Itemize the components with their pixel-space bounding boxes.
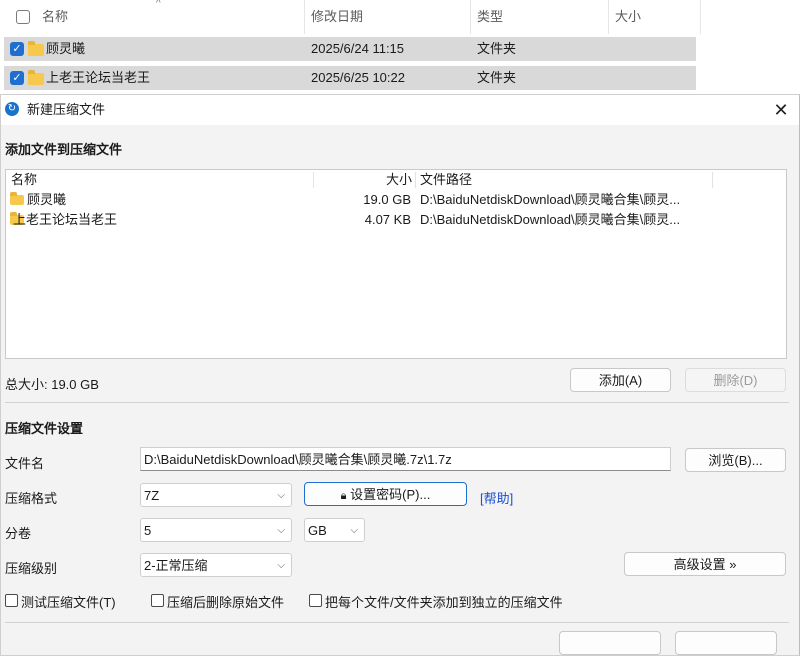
volume-unit-value: GB [308,523,327,538]
chevron-down-icon: ⌵ [350,525,358,536]
volume-select[interactable]: 5 ⌵ [140,518,292,542]
chevron-down-icon: ⌵ [277,560,285,571]
row-name: 上老王论坛当老王 [46,70,151,85]
filename-input[interactable]: D:\BaiduNetdiskDownload\顾灵曦合集\顾灵曦.7z\1.7… [140,447,671,471]
column-size[interactable]: 大小 [615,0,641,34]
format-value: 7Z [144,488,160,503]
column-name[interactable]: 名称 [42,0,68,34]
row-type: 文件夹 [477,70,517,85]
new-archive-dialog: ↻ 新建压缩文件 ✕ 添加文件到压缩文件 名称 大小 文件路径 顾灵曦 19.0… [0,94,800,656]
sort-up-icon: ^ [156,0,161,9]
folder-icon [10,192,24,205]
file-path: D:\BaiduNetdiskDownload\顾灵曦合集\顾灵... [420,192,681,207]
row-type: 文件夹 [477,41,517,56]
level-label: 压缩级别 [5,561,58,576]
set-password-label: 设置密码(P)... [350,487,431,502]
close-icon[interactable]: ✕ [769,95,793,125]
file-list-header: 名称 大小 文件路径 [6,170,786,190]
filename-label: 文件名 [5,456,45,471]
volume-unit-select[interactable]: GB ⌵ [304,518,365,542]
chevron-down-icon: ⌵ [277,525,285,536]
row-date: 2025/6/25 10:22 [311,70,405,85]
header-name[interactable]: 名称 [11,170,37,190]
select-all-checkbox[interactable] [16,10,30,24]
divider [5,402,789,403]
chevron-down-icon: ⌵ [277,490,285,501]
settings-section-title: 压缩文件设置 [5,421,84,436]
app-logo-icon: ↻ [5,102,19,116]
dialog-titlebar[interactable]: ↻ 新建压缩文件 ✕ [1,95,799,125]
cancel-button-partial[interactable] [675,631,777,655]
advanced-settings-button[interactable]: 高级设置 » [624,552,786,576]
explorer-row[interactable]: ✓ 顾灵曦 2025/6/24 11:15 文件夹 [4,37,696,61]
level-value: 2-正常压缩 [144,558,208,573]
file-explorer: 名称 ^ 修改日期 类型 大小 ✓ 顾灵曦 2025/6/24 11:15 文件… [0,0,800,96]
test-archive-label[interactable]: 测试压缩文件(T) [21,592,116,611]
delete-after-checkbox[interactable] [151,594,164,607]
total-size-label: 总大小: 19.0 GB [5,377,99,392]
column-type[interactable]: 类型 [477,0,503,34]
explorer-column-header: 名称 ^ 修改日期 类型 大小 [0,0,701,34]
set-password-button[interactable]: 🔒︎ 设置密码(P)... [304,482,467,506]
file-path: D:\BaiduNetdiskDownload\顾灵曦合集\顾灵... [420,212,681,227]
file-list-row[interactable]: 顾灵曦 19.0 GB D:\BaiduNetdiskDownload\顾灵曦合… [6,190,786,210]
row-date: 2025/6/24 11:15 [311,41,405,56]
file-list-row[interactable]: 上老王论坛当老王 4.07 KB D:\BaiduNetdiskDownload… [6,210,786,230]
add-files-section-title: 添加文件到压缩文件 [5,142,123,157]
file-name: 上老王论坛当老王 [13,212,118,227]
file-list[interactable]: 名称 大小 文件路径 顾灵曦 19.0 GB D:\BaiduNetdiskDo… [5,169,787,359]
column-date[interactable]: 修改日期 [311,0,363,34]
delete-after-label[interactable]: 压缩后删除原始文件 [167,592,284,611]
divider [5,622,789,623]
help-link[interactable]: [帮助] [480,488,513,507]
separate-archives-checkbox[interactable] [309,594,322,607]
delete-button[interactable]: 删除(D) [685,368,786,392]
explorer-row[interactable]: ✓ 上老王论坛当老王 2025/6/25 10:22 文件夹 [4,66,696,90]
row-name: 顾灵曦 [46,41,86,56]
separate-archives-label[interactable]: 把每个文件/文件夹添加到独立的压缩文件 [325,592,563,611]
dialog-title: 新建压缩文件 [27,102,106,117]
header-size[interactable]: 大小 [386,170,412,190]
file-size: 4.07 KB [364,212,411,227]
folder-icon [28,41,44,56]
row-checkbox-checked[interactable]: ✓ [10,42,24,56]
level-select[interactable]: 2-正常压缩 ⌵ [140,553,292,577]
row-checkbox-checked[interactable]: ✓ [10,71,24,85]
add-button[interactable]: 添加(A) [570,368,671,392]
folder-icon [28,70,44,85]
volume-value: 5 [144,523,152,538]
header-path[interactable]: 文件路径 [420,170,472,190]
format-label: 压缩格式 [5,491,58,506]
test-archive-checkbox[interactable] [5,594,18,607]
file-name: 顾灵曦 [27,192,67,207]
format-select[interactable]: 7Z ⌵ [140,483,292,507]
browse-button[interactable]: 浏览(B)... [685,448,786,472]
lock-icon: 🔒︎ [340,490,347,502]
file-size: 19.0 GB [363,192,411,207]
ok-button-partial[interactable] [559,631,661,655]
volume-label: 分卷 [5,526,32,541]
